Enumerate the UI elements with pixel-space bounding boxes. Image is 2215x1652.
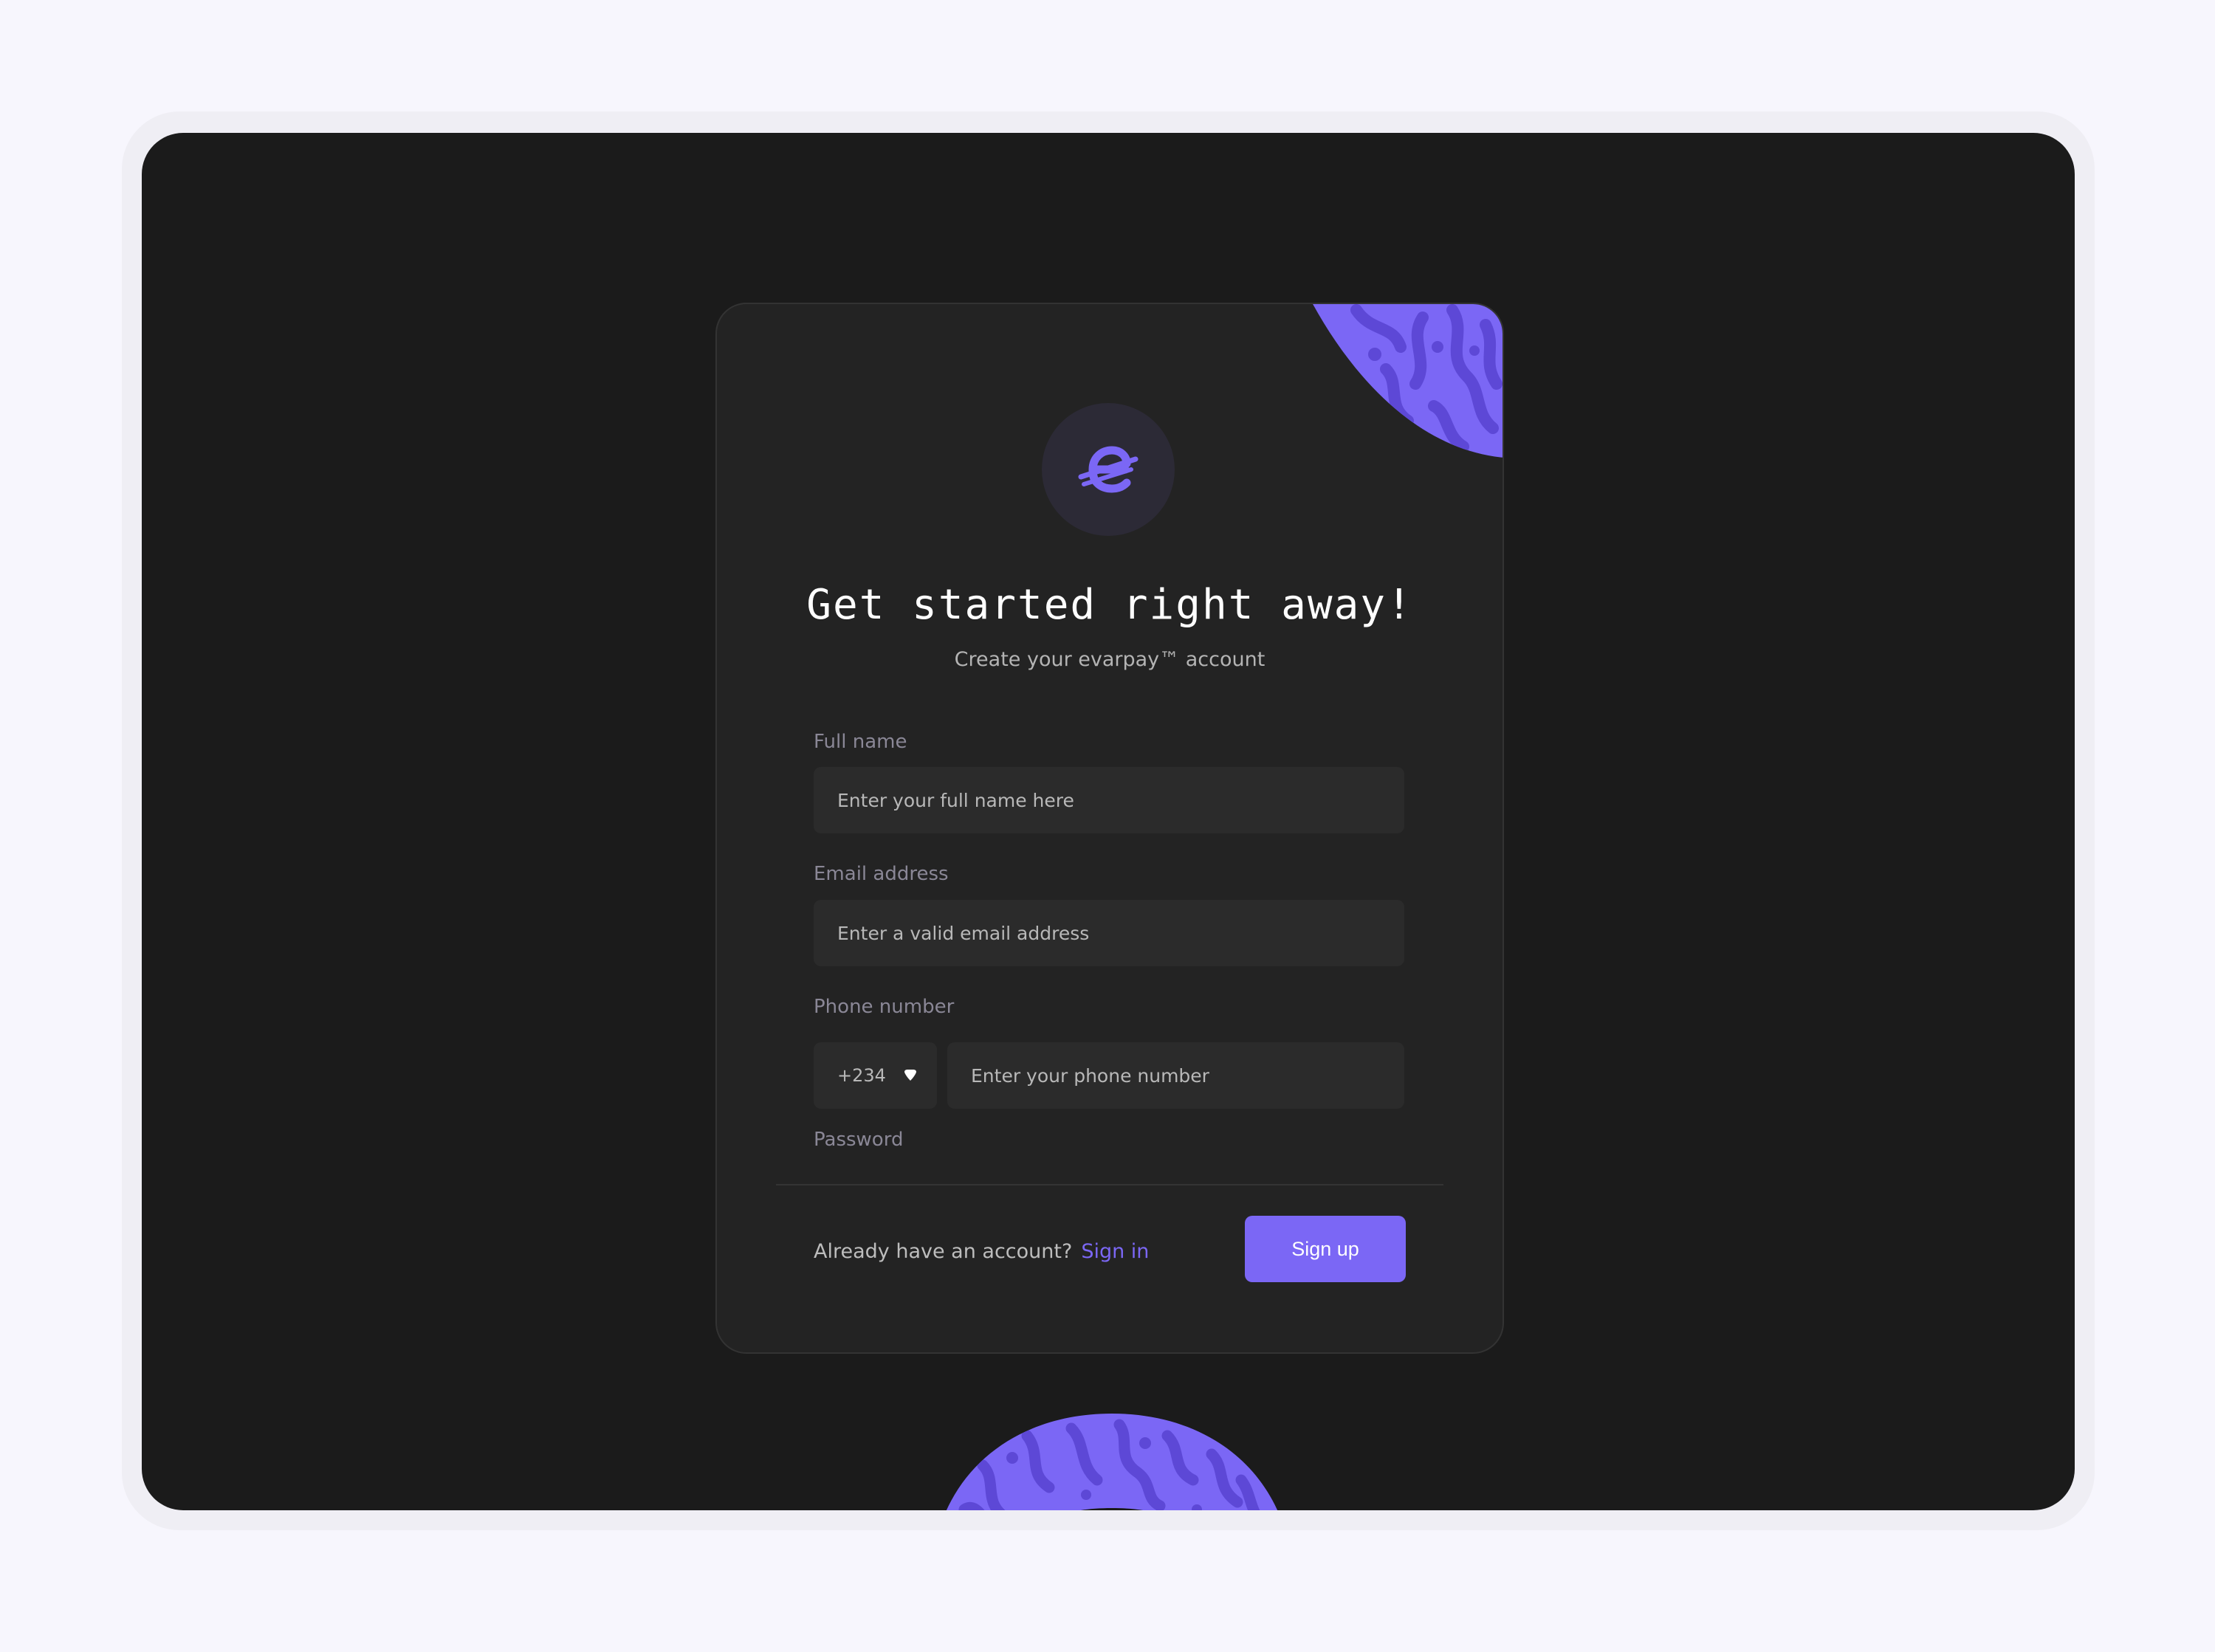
page-title: Get started right away! xyxy=(806,581,1413,629)
evarpay-e-icon xyxy=(1078,446,1139,493)
password-label: Password xyxy=(814,1129,904,1151)
signin-prompt: Already have an account? xyxy=(814,1240,1073,1263)
bottom-pattern-decoration xyxy=(938,1414,1285,1510)
signup-button[interactable]: Sign up xyxy=(1245,1216,1406,1282)
brand-logo xyxy=(1042,403,1175,536)
phone-input[interactable]: Enter your phone number xyxy=(947,1042,1404,1109)
chevron-down-icon xyxy=(904,1070,916,1081)
signin-link[interactable]: Sign in xyxy=(1081,1240,1149,1263)
footer-divider xyxy=(776,1184,1443,1185)
full-name-input[interactable]: Enter your full name here xyxy=(814,767,1404,833)
signin-prompt-row: Already have an account? Sign in xyxy=(814,1240,1149,1263)
email-placeholder: Enter a valid email address xyxy=(837,922,1090,944)
page-subtitle: Create your evarpay™ account xyxy=(954,648,1266,671)
country-code-value: +234 xyxy=(837,1065,886,1086)
phone-placeholder: Enter your phone number xyxy=(971,1064,1209,1087)
signup-card: Get started right away! Create your evar… xyxy=(715,303,1504,1354)
full-name-label: Full name xyxy=(814,731,907,753)
country-code-select[interactable]: +234 xyxy=(814,1042,937,1109)
phone-label: Phone number xyxy=(814,996,955,1018)
full-name-placeholder: Enter your full name here xyxy=(837,789,1074,811)
email-label: Email address xyxy=(814,863,949,885)
app-screen: Get started right away! Create your evar… xyxy=(142,133,2075,1510)
email-input[interactable]: Enter a valid email address xyxy=(814,900,1404,966)
corner-pattern-decoration xyxy=(1312,304,1503,458)
